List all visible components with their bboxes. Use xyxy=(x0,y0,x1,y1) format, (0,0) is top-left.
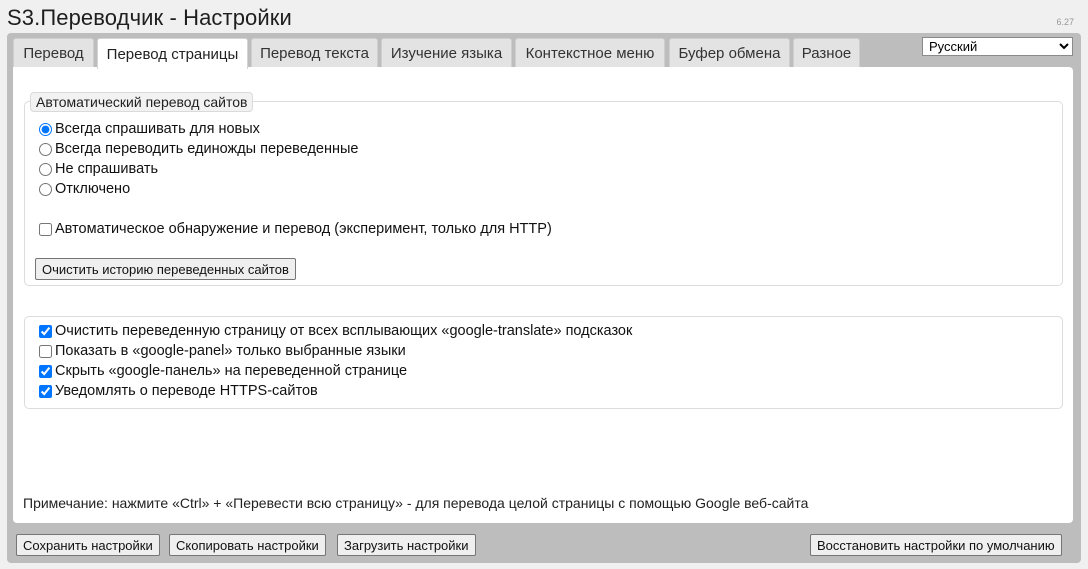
page-options-group: Очистить переведенную страницу от всех в… xyxy=(24,316,1063,409)
option-label: Уведомлять о переводе HTTPS-сайтов xyxy=(55,383,318,399)
option-label: Не спрашивать xyxy=(55,161,159,177)
option-label: Показать в «google-panel» только выбранн… xyxy=(55,343,406,359)
option-label: Автоматическое обнаружение и перевод (эк… xyxy=(55,221,552,237)
option-auto-detect[interactable]: Автоматическое обнаружение и перевод (эк… xyxy=(39,221,552,237)
radio-disabled[interactable] xyxy=(39,182,52,196)
tab-clipboard[interactable]: Буфер обмена xyxy=(669,38,790,68)
auto-translate-group: Всегда спрашивать для новых Всегда перев… xyxy=(24,101,1063,286)
save-settings-button[interactable]: Сохранить настройки xyxy=(16,534,160,556)
checkbox-auto-detect[interactable] xyxy=(39,222,52,236)
radio-always-ask[interactable] xyxy=(39,122,52,136)
option-always-ask[interactable]: Всегда спрашивать для новых xyxy=(39,121,260,137)
load-settings-button[interactable]: Загрузить настройки xyxy=(337,534,476,556)
copy-settings-button[interactable]: Скопировать настройки xyxy=(169,534,326,556)
tab-translate[interactable]: Перевод xyxy=(13,38,94,68)
radio-always-translate[interactable] xyxy=(39,142,52,156)
tab-panel-page-translate: Автоматический перевод сайтов Всегда спр… xyxy=(13,67,1073,523)
option-hide-google-panel[interactable]: Скрыть «google-панель» на переведенной с… xyxy=(39,363,407,379)
tab-context-menu[interactable]: Контекстное меню xyxy=(515,38,665,68)
window-title: S3.Переводчик - Настройки xyxy=(7,5,292,30)
language-select[interactable]: Русский xyxy=(922,37,1073,56)
option-dont-ask[interactable]: Не спрашивать xyxy=(39,161,158,177)
option-always-translate[interactable]: Всегда переводить единожды переведенные xyxy=(39,141,358,157)
option-selected-languages[interactable]: Показать в «google-panel» только выбранн… xyxy=(39,343,406,359)
option-label: Всегда переводить единожды переведенные xyxy=(55,141,359,157)
auto-translate-legend: Автоматический перевод сайтов xyxy=(30,92,254,112)
restore-defaults-button[interactable]: Восстановить настройки по умолчанию xyxy=(810,534,1062,556)
clear-history-button[interactable]: Очистить историю переведенных сайтов xyxy=(35,258,296,280)
radio-dont-ask[interactable] xyxy=(39,162,52,176)
checkbox-notify-https[interactable] xyxy=(39,384,52,398)
tab-language-learning[interactable]: Изучение языка xyxy=(381,38,512,68)
tab-misc[interactable]: Разное xyxy=(793,38,860,68)
footnote: Примечание: нажмите «Ctrl» + «Перевести … xyxy=(23,495,809,511)
option-label: Скрыть «google-панель» на переведенной с… xyxy=(55,363,408,379)
option-clean-tooltips[interactable]: Очистить переведенную страницу от всех в… xyxy=(39,323,632,339)
option-label: Очистить переведенную страницу от всех в… xyxy=(55,323,633,339)
checkbox-clean-tooltips[interactable] xyxy=(39,324,52,338)
option-label: Всегда спрашивать для новых xyxy=(55,121,260,137)
option-notify-https[interactable]: Уведомлять о переводе HTTPS-сайтов xyxy=(39,383,318,399)
option-label: Отключено xyxy=(55,181,131,197)
checkbox-hide-google-panel[interactable] xyxy=(39,364,52,378)
tab-text-translate[interactable]: Перевод текста xyxy=(251,38,378,68)
checkbox-selected-languages[interactable] xyxy=(39,344,52,358)
tab-page-translate[interactable]: Перевод страницы xyxy=(97,38,248,69)
version-label: 6.27 xyxy=(1056,17,1074,27)
option-disabled[interactable]: Отключено xyxy=(39,181,130,197)
